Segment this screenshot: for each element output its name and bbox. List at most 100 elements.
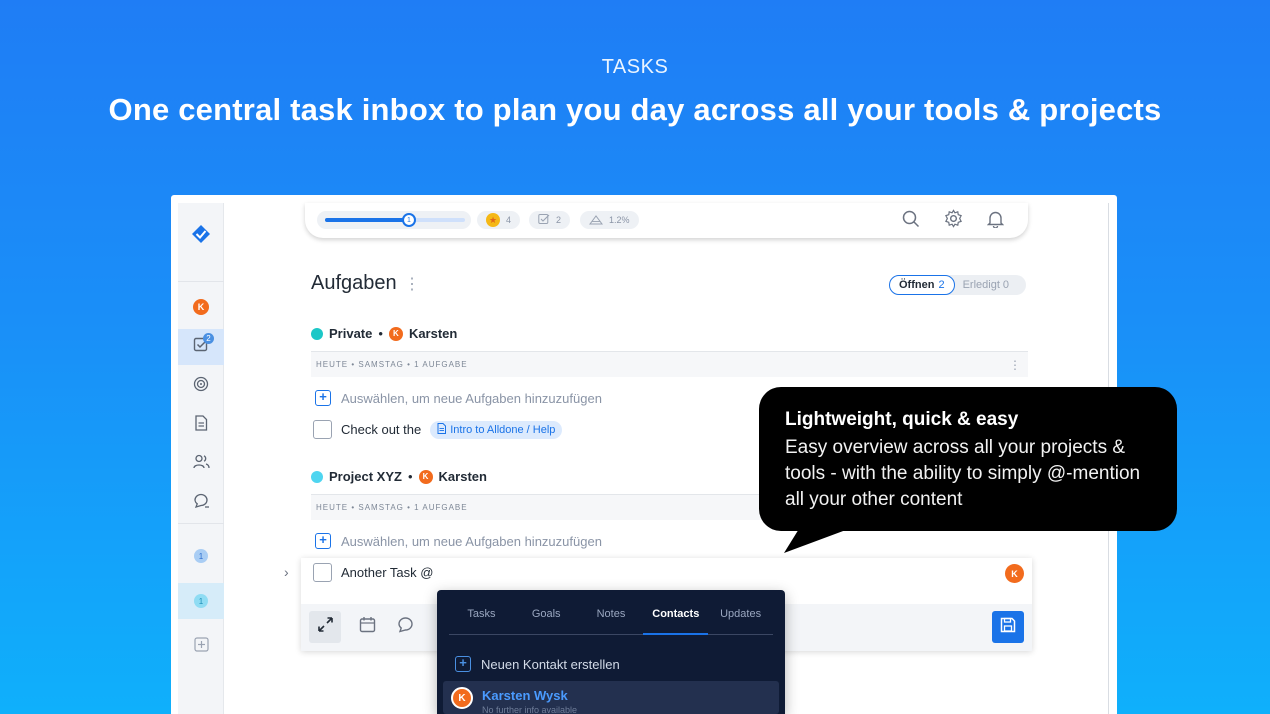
- gold-count: 4: [506, 215, 512, 225]
- contact-subtitle: No further info available: [482, 705, 578, 714]
- project-owner: Karsten: [408, 326, 458, 341]
- add-square-icon: [193, 637, 209, 657]
- day-header-label: HEUTE • SAMSTAG • 1 AUFGABE: [316, 503, 468, 512]
- note-mention-chip[interactable]: Intro to Alldone / Help: [430, 420, 563, 439]
- comment-button[interactable]: [389, 611, 421, 643]
- chevron-right-icon[interactable]: ›: [284, 564, 289, 580]
- task-filter-toggle: Öffnen 2 Erledigt 0: [889, 275, 1026, 295]
- target-icon: [193, 376, 209, 397]
- task-edit-input[interactable]: Another Task @: [341, 565, 433, 580]
- done-count: 2: [556, 215, 562, 225]
- sidebar-logo[interactable]: [178, 219, 224, 255]
- filter-open-button[interactable]: Öffnen 2: [889, 275, 955, 295]
- create-contact-label: Neuen Kontakt erstellen: [481, 656, 620, 672]
- search-icon: [902, 210, 920, 233]
- owner-avatar: K: [418, 469, 433, 484]
- done-tasks-counter[interactable]: 2: [529, 211, 571, 229]
- mountain-icon: [589, 214, 603, 227]
- bell-icon: [986, 210, 1004, 233]
- callout-bubble: Lightweight, quick & easy Easy overview …: [759, 387, 1177, 531]
- separator: •: [378, 326, 383, 341]
- project-owner: Karsten: [438, 469, 487, 484]
- page-menu-button[interactable]: ⋮: [404, 274, 420, 294]
- sidebar-divider: [178, 281, 224, 282]
- project-dot: 1: [194, 549, 208, 563]
- people-icon: [192, 454, 210, 474]
- project-color-dot: [311, 470, 323, 483]
- contact-name: Karsten Wysk: [482, 688, 568, 703]
- alldone-logo-icon: [190, 223, 212, 251]
- progress-bar: 1: [325, 213, 465, 227]
- avatar: K: [193, 299, 209, 315]
- tasks-count-badge: 2: [203, 333, 214, 344]
- owner-avatar: K: [388, 326, 403, 341]
- add-task-row[interactable]: + Auswählen, um neue Aufgaben hinzuzufüg…: [315, 390, 602, 406]
- progress-fill: [325, 218, 409, 222]
- hero-title: One central task inbox to plan you day a…: [108, 92, 1162, 127]
- gold-counter[interactable]: ★ 4: [477, 211, 521, 229]
- project-name: Private: [329, 326, 373, 341]
- create-contact-button[interactable]: + Neuen Kontakt erstellen: [455, 656, 620, 672]
- filter-done-button[interactable]: Erledigt 0: [955, 279, 1017, 291]
- sidebar-item-chats[interactable]: [178, 485, 224, 521]
- callout-body: Easy overview across all your projects &…: [785, 437, 1141, 510]
- task-edit-row[interactable]: Another Task @: [313, 563, 433, 582]
- note-mention-label: Intro to Alldone / Help: [450, 423, 556, 436]
- add-icon: +: [315, 533, 331, 549]
- tab-contacts[interactable]: Contacts: [643, 606, 708, 635]
- contact-avatar: K: [451, 687, 473, 709]
- sidebar-divider: [178, 523, 224, 524]
- save-button[interactable]: [992, 611, 1024, 643]
- stats-pill[interactable]: 1.2%: [580, 211, 639, 229]
- sidebar-item-project-xyz[interactable]: 1: [178, 583, 224, 619]
- gold-coin-icon: ★: [486, 213, 500, 227]
- mention-dropdown: Tasks Goals Notes Contacts Updates + Neu…: [437, 590, 785, 714]
- assignee-avatar[interactable]: K: [1005, 564, 1024, 583]
- day-header-label: HEUTE • SAMSTAG • 1 AUFGABE: [316, 360, 468, 369]
- contact-list-item[interactable]: K Karsten Wysk No further info available: [443, 681, 779, 714]
- top-bar: 1 ★ 4 2 1.2%: [305, 203, 1028, 238]
- sidebar: K 2 1 1: [178, 203, 224, 714]
- tab-notes[interactable]: Notes: [579, 606, 644, 634]
- add-icon: +: [455, 656, 471, 672]
- tab-updates[interactable]: Updates: [708, 606, 773, 634]
- expand-button[interactable]: [309, 611, 341, 643]
- notifications-button[interactable]: [983, 209, 1007, 233]
- tab-goals[interactable]: Goals: [514, 606, 579, 634]
- calendar-icon: [359, 616, 376, 638]
- sidebar-item-notes[interactable]: [178, 407, 224, 443]
- sidebar-item-tasks[interactable]: 2: [178, 329, 224, 365]
- project-header[interactable]: Private • K Karsten: [311, 326, 457, 341]
- project-color-dot: [311, 327, 323, 340]
- add-task-row[interactable]: + Auswählen, um neue Aufgaben hinzuzufüg…: [315, 533, 602, 549]
- settings-button[interactable]: [941, 209, 965, 233]
- task-row[interactable]: Check out the Intro to Alldone / Help: [313, 420, 563, 439]
- chat-icon: [193, 493, 210, 514]
- daily-progress[interactable]: 1: [317, 211, 471, 229]
- project-name: Project XYZ: [329, 469, 402, 484]
- hero-tag: TASKS: [601, 56, 669, 78]
- filter-open-label: Öffnen: [899, 279, 935, 291]
- search-button[interactable]: [899, 209, 923, 233]
- project-header[interactable]: Project XYZ • K Karsten: [311, 469, 487, 484]
- add-task-placeholder: Auswählen, um neue Aufgaben hinzuzufügen: [341, 390, 602, 406]
- document-icon: [437, 422, 447, 437]
- due-date-button[interactable]: [351, 611, 383, 643]
- day-menu-button[interactable]: ⋮: [1009, 358, 1022, 372]
- task-text: Check out the: [341, 422, 422, 437]
- project-dot: 1: [194, 594, 208, 608]
- stats-percent: 1.2%: [609, 215, 630, 225]
- sidebar-item-project-private[interactable]: 1: [178, 538, 224, 574]
- task-checkbox[interactable]: [313, 563, 332, 582]
- sidebar-item-contacts[interactable]: [178, 446, 224, 482]
- task-checkbox[interactable]: [313, 420, 332, 439]
- callout-title: Lightweight, quick & easy: [785, 409, 1019, 430]
- gear-icon: [944, 209, 963, 233]
- sidebar-add-project[interactable]: [178, 629, 224, 665]
- sidebar-item-profile[interactable]: K: [178, 289, 224, 325]
- tab-tasks[interactable]: Tasks: [449, 606, 514, 634]
- sidebar-item-goals[interactable]: [178, 368, 224, 404]
- add-task-placeholder: Auswählen, um neue Aufgaben hinzuzufügen: [341, 533, 602, 549]
- document-icon: [194, 414, 208, 436]
- add-icon: +: [315, 390, 331, 406]
